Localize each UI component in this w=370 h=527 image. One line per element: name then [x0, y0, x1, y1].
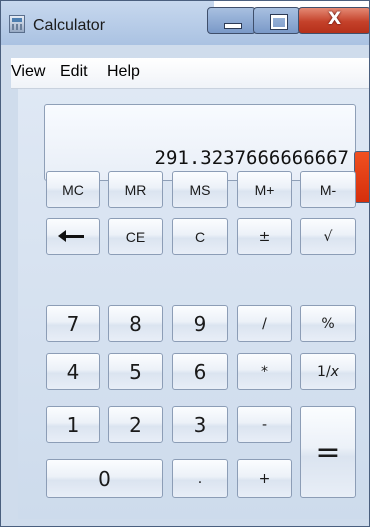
maximize-button[interactable] [253, 7, 300, 34]
mr-label: MR [124, 181, 147, 198]
digit-6-button[interactable]: 6 [172, 353, 228, 390]
calculator-window: Calculator X View Edit Help 291.32376666… [0, 0, 370, 527]
equals-label: = [315, 434, 341, 470]
digit-0-button[interactable]: 0 [46, 459, 163, 498]
menu-bar: View Edit Help [11, 58, 369, 89]
percent-button[interactable]: % [300, 305, 356, 342]
digit-3-label: 3 [193, 412, 207, 437]
close-icon: X [327, 9, 342, 29]
ms-label: MS [189, 181, 211, 198]
calculator-app-icon [9, 15, 25, 33]
mr-button[interactable]: MR [108, 171, 163, 208]
m-minus-button[interactable]: M- [300, 171, 356, 208]
digit-5-label: 5 [129, 359, 142, 384]
m-plus-label: M+ [254, 181, 275, 198]
backspace-arrow-icon [58, 230, 84, 242]
menu-edit[interactable]: Edit [60, 63, 88, 81]
ce-label: CE [125, 228, 146, 245]
sqrt-label: √ [323, 228, 333, 245]
m-minus-label: M- [319, 181, 337, 198]
ms-button[interactable]: MS [172, 171, 228, 208]
menu-view[interactable]: View [11, 63, 45, 81]
digit-1-button[interactable]: 1 [46, 406, 100, 443]
digit-2-button[interactable]: 2 [108, 406, 163, 443]
sign-button[interactable]: ± [237, 218, 292, 255]
digit-6-label: 6 [193, 359, 207, 384]
menu-help[interactable]: Help [107, 63, 140, 81]
digit-9-button[interactable]: 9 [172, 305, 228, 342]
add-button[interactable]: + [237, 459, 292, 498]
decimal-button[interactable]: . [172, 459, 228, 498]
percent-label: % [321, 315, 335, 332]
digit-8-button[interactable]: 8 [108, 305, 163, 342]
subtract-button[interactable]: - [237, 406, 292, 443]
digit-0-label: 0 [98, 466, 111, 491]
digit-5-button[interactable]: 5 [108, 353, 163, 390]
divide-label: / [262, 315, 267, 332]
sign-label: ± [258, 228, 271, 245]
sqrt-button[interactable]: √ [300, 218, 356, 255]
m-plus-button[interactable]: M+ [237, 171, 292, 208]
minimize-button[interactable] [207, 7, 256, 34]
digit-4-button[interactable]: 4 [46, 353, 100, 390]
multiply-button[interactable]: * [237, 353, 292, 390]
mc-button[interactable]: MC [46, 171, 100, 208]
digit-1-label: 1 [66, 412, 80, 437]
multiply-label: * [261, 363, 268, 380]
equals-button[interactable]: = [300, 406, 356, 498]
add-label: + [258, 470, 271, 487]
close-button[interactable]: X [298, 7, 369, 34]
digit-9-label: 9 [193, 311, 207, 336]
display-value: 291.3237666666667 [154, 147, 349, 169]
reciprocal-button[interactable]: 1/x [300, 353, 356, 390]
mc-label: MC [62, 181, 84, 198]
digit-8-label: 8 [129, 311, 142, 336]
reciprocal-label: 1/x [317, 364, 339, 380]
divide-button[interactable]: / [237, 305, 292, 342]
digit-7-button[interactable]: 7 [46, 305, 100, 342]
digit-7-label: 7 [66, 311, 80, 336]
ce-button[interactable]: CE [108, 218, 163, 255]
c-label: C [194, 228, 206, 245]
digit-3-button[interactable]: 3 [172, 406, 228, 443]
digit-2-label: 2 [129, 412, 142, 437]
decimal-label: . [197, 470, 203, 487]
clear-button[interactable]: C [172, 218, 228, 255]
reciprocal-prefix: 1/ [317, 363, 331, 380]
window-title: Calculator [33, 17, 106, 34]
digit-4-label: 4 [66, 359, 80, 384]
overlay-arrow-marker [354, 151, 369, 203]
backspace-button[interactable] [46, 218, 100, 255]
reciprocal-var: x [330, 363, 339, 380]
result-display: 291.3237666666667 [44, 104, 356, 181]
subtract-label: - [261, 416, 268, 433]
